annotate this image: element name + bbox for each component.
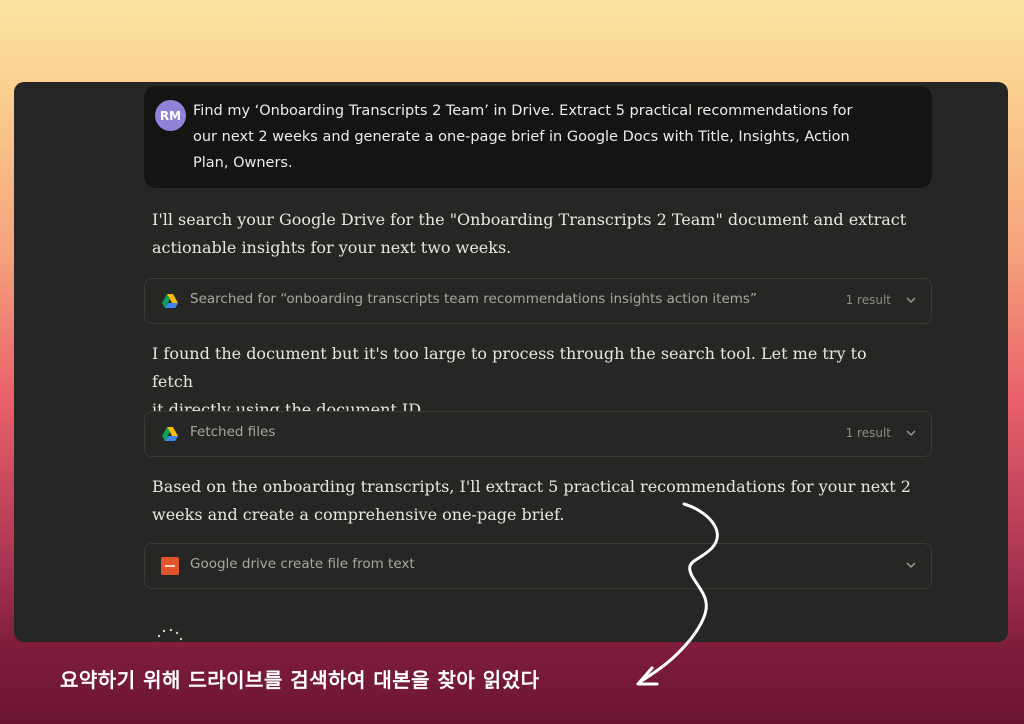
chevron-down-icon[interactable] [905, 427, 917, 439]
assistant-line: I found the document but it's too large … [152, 344, 867, 391]
loading-spinner-icon [156, 628, 183, 642]
tool-call-search[interactable]: Searched for “onboarding transcripts tea… [144, 278, 932, 324]
user-message-line: our next 2 weeks and generate a one-page… [193, 129, 850, 145]
chat-panel: RM Find my ‘Onboarding Transcripts 2 Tea… [14, 82, 1008, 642]
assistant-line: Based on the onboarding transcripts, I'l… [152, 477, 911, 496]
chevron-down-icon[interactable] [905, 559, 917, 571]
chevron-down-icon[interactable] [905, 294, 917, 306]
tool-call-label: Fetched files [190, 424, 276, 440]
tool-call-label: Google drive create file from text [190, 556, 415, 572]
user-avatar: RM [155, 100, 186, 131]
assistant-paragraph-3: Based on the onboarding transcripts, I'l… [152, 473, 912, 529]
assistant-line: actionable insights for your next two we… [152, 238, 512, 257]
assistant-paragraph-1: I'll search your Google Drive for the "O… [152, 206, 912, 262]
user-message-line: Plan, Owners. [193, 155, 293, 171]
user-message-text: Find my ‘Onboarding Transcripts 2 Team’ … [193, 98, 913, 176]
result-count: 1 result [845, 293, 891, 307]
user-message-line: Find my ‘Onboarding Transcripts 2 Team’ … [193, 103, 853, 119]
assistant-line: weeks and create a comprehensive one-pag… [152, 505, 565, 524]
file-create-icon [161, 557, 179, 575]
annotation-caption: 요약하기 위해 드라이브를 검색하여 대본을 찾아 읽었다 [60, 668, 540, 692]
user-message: RM Find my ‘Onboarding Transcripts 2 Tea… [144, 86, 932, 188]
google-drive-icon [161, 425, 179, 443]
tool-call-fetch[interactable]: Fetched files 1 result [144, 411, 932, 457]
google-drive-icon [161, 292, 179, 310]
tool-call-label: Searched for “onboarding transcripts tea… [190, 291, 757, 307]
result-count: 1 result [845, 426, 891, 440]
assistant-line: I'll search your Google Drive for the "O… [152, 210, 907, 229]
tool-call-create-file[interactable]: Google drive create file from text [144, 543, 932, 589]
